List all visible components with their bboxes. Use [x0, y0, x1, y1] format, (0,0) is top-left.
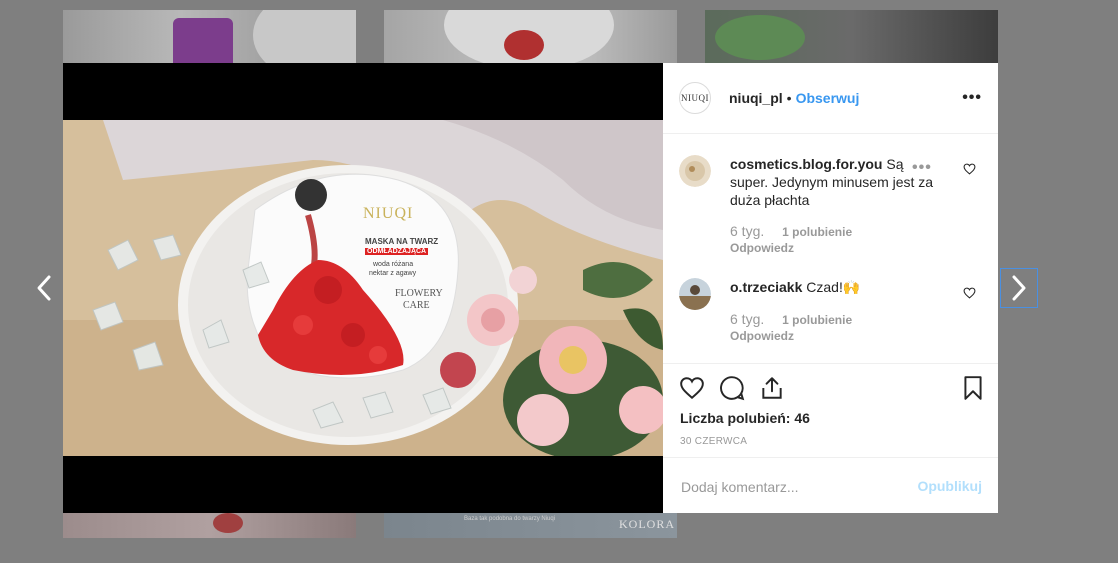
- follow-button[interactable]: Obserwuj: [796, 90, 860, 106]
- add-comment-form: Opublikuj: [663, 457, 998, 514]
- comment-more-button[interactable]: •••: [912, 159, 932, 177]
- share-icon[interactable]: [759, 375, 785, 401]
- mask-line-1: FLOWERY: [395, 288, 443, 299]
- comment-likes[interactable]: 1 polubienie: [782, 225, 852, 239]
- post-modal: NIUQI MASKA NA TWARZ ODMŁADZAJĄCA woda r…: [63, 63, 998, 513]
- avatar[interactable]: [679, 155, 711, 187]
- post-header: NIUQI niuqi_pl • Obserwuj •••: [663, 63, 998, 134]
- comment-username[interactable]: cosmetics.blog.for.you: [730, 156, 882, 172]
- post-sidebar: NIUQI niuqi_pl • Obserwuj ••• cosmetics.…: [663, 63, 998, 513]
- feed-tile[interactable]: [384, 10, 677, 63]
- previous-post-button[interactable]: [25, 268, 63, 308]
- chevron-right-icon: [1012, 275, 1026, 301]
- mask-brand-text: NIUQI: [363, 205, 414, 222]
- mask-desc-2: nektar z agawy: [369, 270, 417, 277]
- more-options-button[interactable]: •••: [962, 89, 982, 107]
- comment-text: Czad!🙌: [806, 279, 861, 295]
- mask-line-2: CARE: [403, 300, 430, 311]
- mask-title-text: MASKA NA TWARZ: [365, 237, 439, 246]
- post-username[interactable]: niuqi_pl: [729, 90, 783, 106]
- chevron-left-icon: [37, 275, 51, 301]
- tile-caption: Baza tak podobna do twarzy Niuqi: [464, 516, 556, 522]
- mask-badge-text: ODMŁADZAJĄCA: [365, 248, 429, 255]
- product-photo: [63, 120, 663, 456]
- comment-meta: 6 tyg. 1 polubienie: [730, 223, 852, 239]
- like-heart-icon[interactable]: [679, 375, 705, 401]
- comments-list[interactable]: cosmetics.blog.for.you Są super. Jedynym…: [663, 135, 998, 363]
- heart-icon[interactable]: [963, 287, 976, 299]
- feed-tile[interactable]: [705, 10, 998, 63]
- comment-meta: 6 tyg. 1 polubienie: [730, 311, 852, 327]
- bookmark-icon[interactable]: [960, 375, 986, 401]
- next-post-button[interactable]: [1000, 268, 1038, 308]
- feed-tile[interactable]: Baza tak podobna do twarzy Niuqi KOLORA: [384, 513, 677, 538]
- comment-body: o.trzeciakk Czad!🙌: [730, 278, 935, 296]
- publish-button[interactable]: Opublikuj: [917, 478, 982, 494]
- avatar[interactable]: NIUQI: [679, 82, 711, 114]
- post-media[interactable]: NIUQI MASKA NA TWARZ ODMŁADZAJĄCA woda r…: [63, 63, 663, 513]
- comment-time[interactable]: 6 tyg.: [730, 311, 764, 327]
- comment-input[interactable]: [679, 471, 913, 503]
- comment-body: cosmetics.blog.for.you Są super. Jedynym…: [730, 155, 935, 209]
- reply-button[interactable]: Odpowiedz: [730, 241, 794, 255]
- comment-time[interactable]: 6 tyg.: [730, 223, 764, 239]
- post-actions: Liczba polubień: 46 30 CZERWCA: [663, 363, 998, 458]
- likes-count[interactable]: Liczba polubień: 46: [680, 410, 810, 426]
- comment-username[interactable]: o.trzeciakk: [730, 279, 802, 295]
- avatar[interactable]: [679, 278, 711, 310]
- comment-icon[interactable]: [719, 375, 745, 401]
- comment-likes[interactable]: 1 polubienie: [782, 313, 852, 327]
- post-date[interactable]: 30 CZERWCA: [680, 436, 747, 447]
- separator-dot: •: [786, 90, 792, 106]
- reply-button[interactable]: Odpowiedz: [730, 329, 794, 343]
- feed-tile[interactable]: [63, 513, 356, 538]
- feed-tile[interactable]: [63, 10, 356, 63]
- post-photo[interactable]: NIUQI MASKA NA TWARZ ODMŁADZAJĄCA woda r…: [63, 120, 663, 456]
- heart-icon[interactable]: [963, 163, 976, 175]
- tile-brand-text: KOLORA: [619, 517, 675, 531]
- mask-desc-1: woda różana: [373, 261, 414, 268]
